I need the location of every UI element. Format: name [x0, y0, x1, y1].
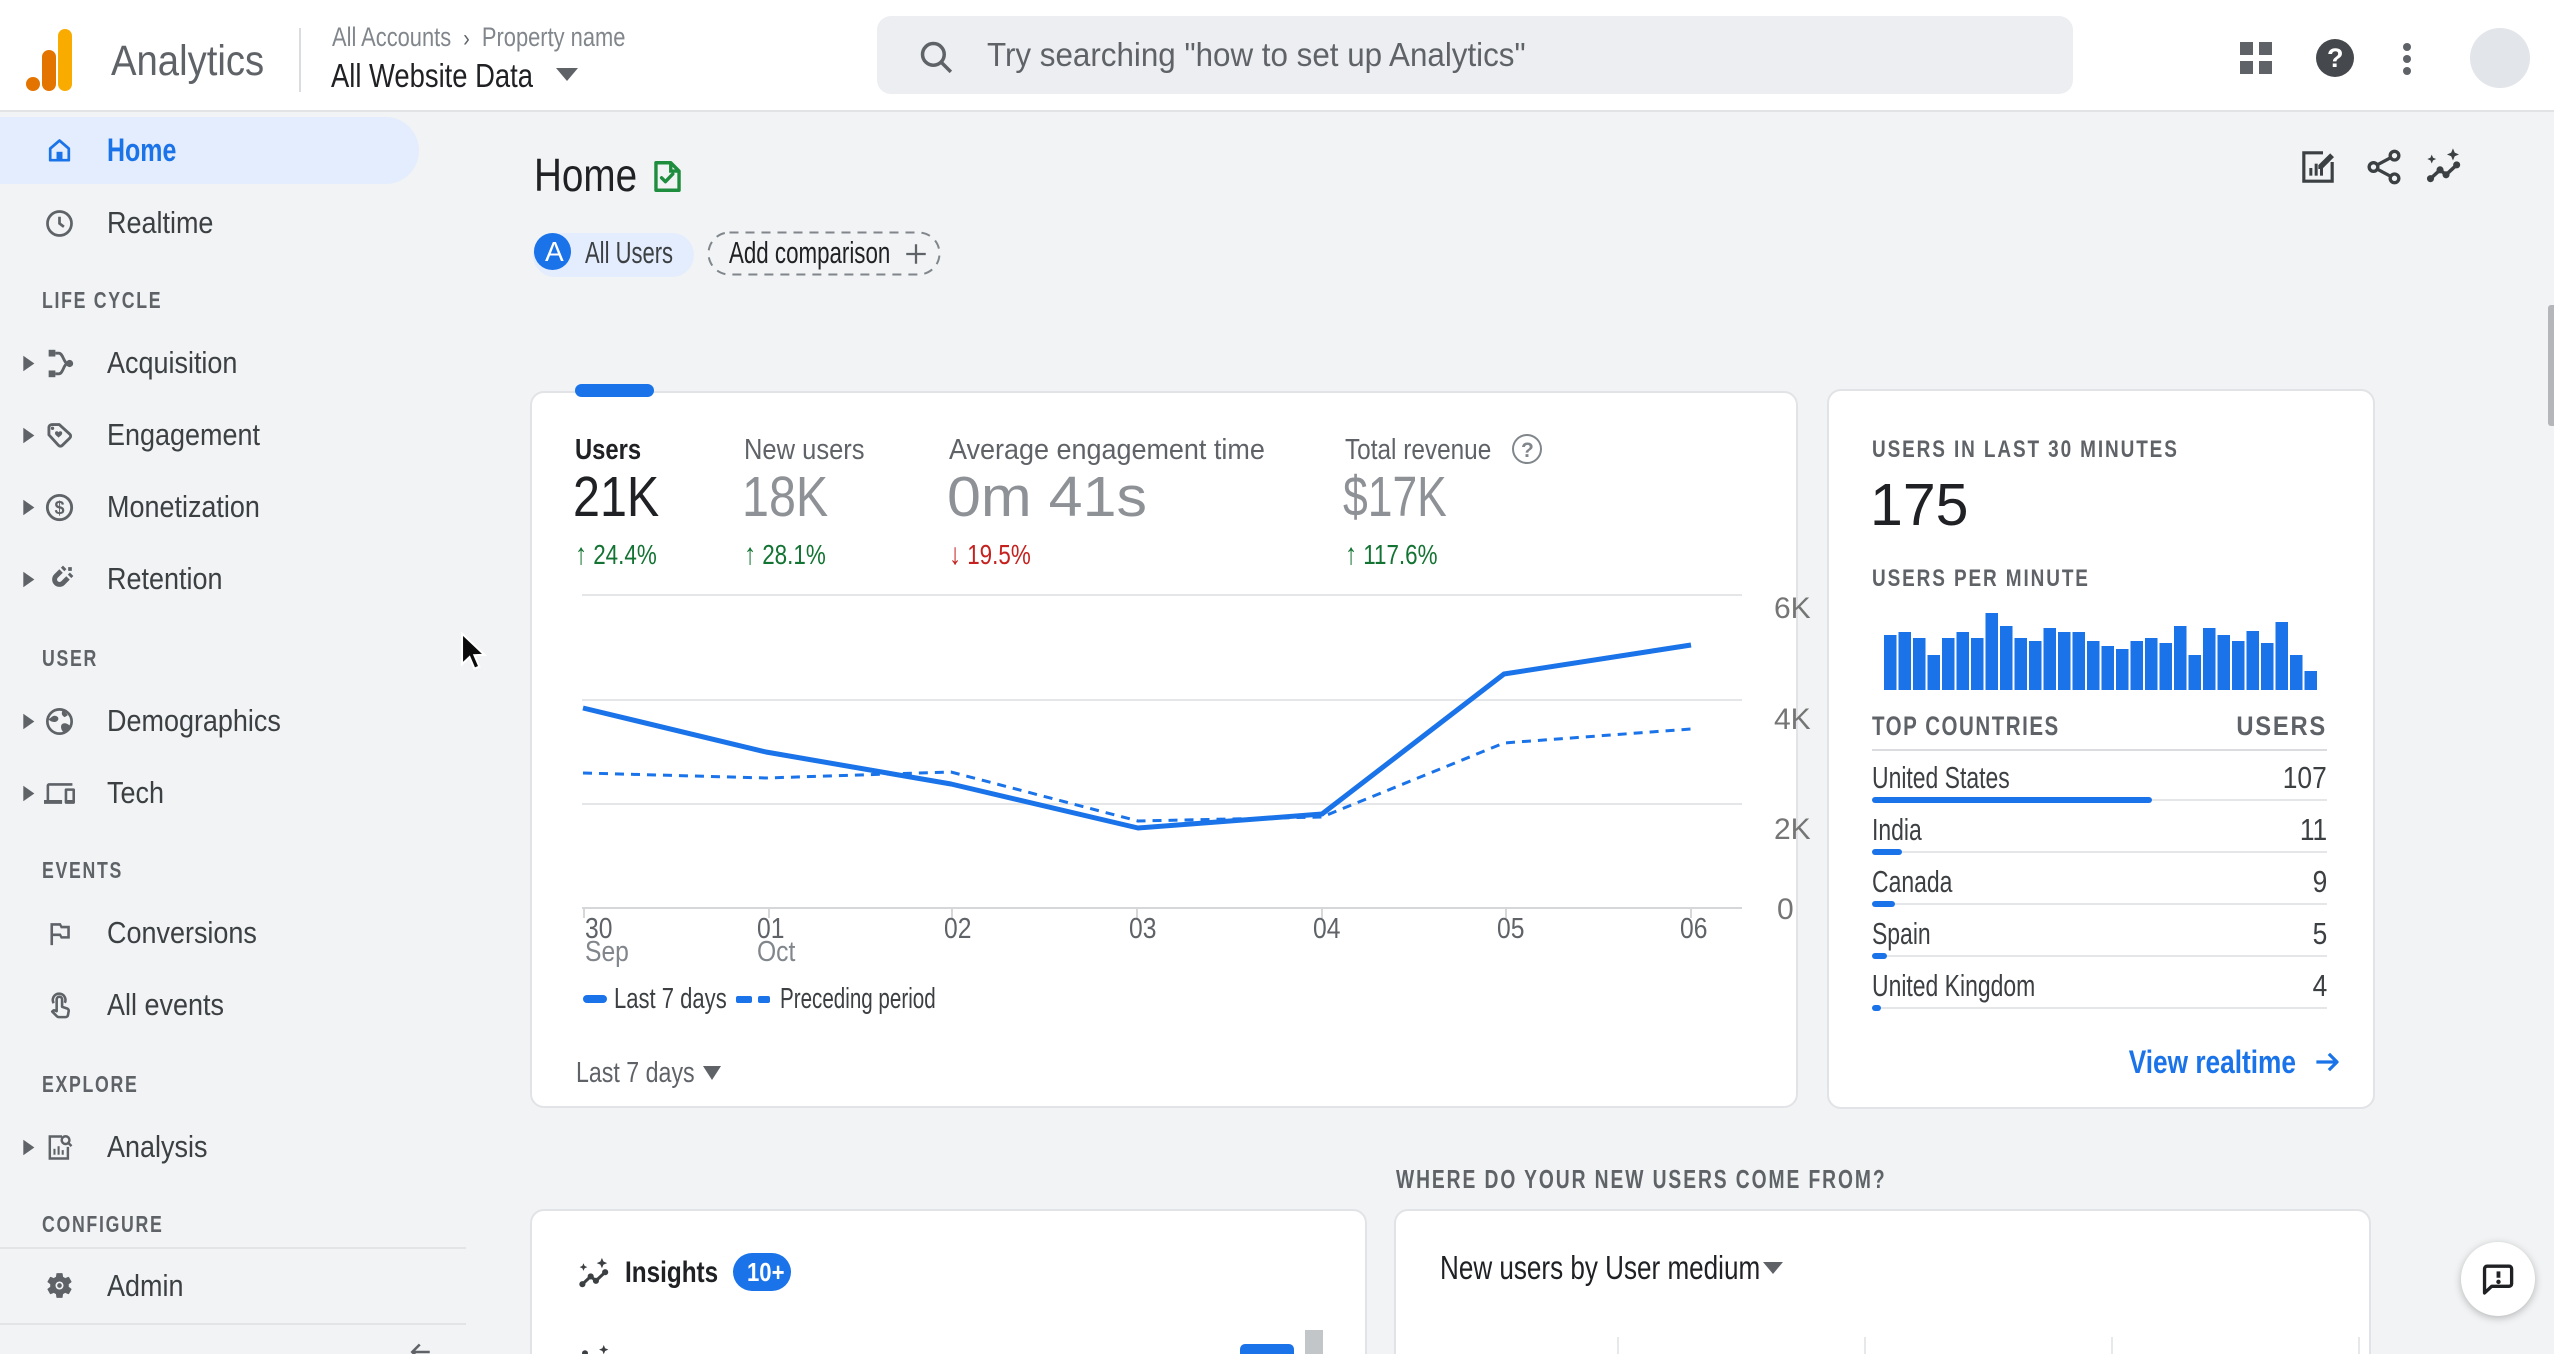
svg-text:$: $ — [54, 498, 64, 518]
